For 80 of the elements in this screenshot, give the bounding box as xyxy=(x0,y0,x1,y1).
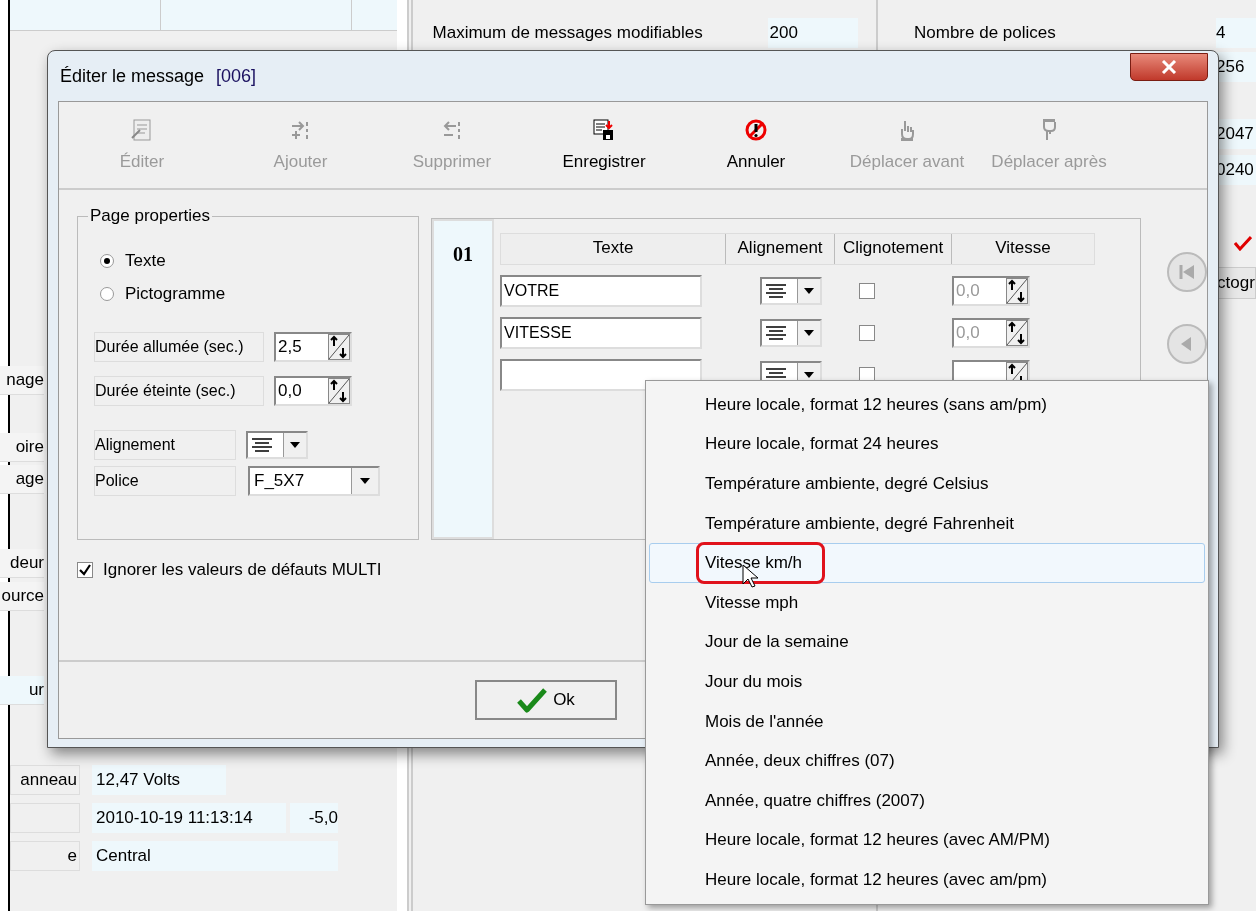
menu-item[interactable]: Heure locale, format 12 heures (sans am/pm) xyxy=(649,385,1205,425)
spinner-icon xyxy=(328,334,350,360)
menu-item[interactable]: Jour de la semaine xyxy=(649,622,1205,663)
toolbar-button[interactable]: Annuler xyxy=(680,118,832,172)
field-label: ource xyxy=(0,582,44,611)
number-field[interactable]: 2,5 xyxy=(274,332,352,362)
caret-icon xyxy=(804,372,815,378)
spinner-icon xyxy=(1006,278,1029,304)
caret-icon xyxy=(804,330,815,336)
save-icon xyxy=(592,118,616,142)
column-header: Texte xyxy=(501,234,727,264)
field-label: anneau xyxy=(10,765,80,795)
text-field[interactable] xyxy=(500,359,703,391)
field-value: 2010-10-19 11:13:14 xyxy=(92,803,286,833)
close-button[interactable] xyxy=(1130,53,1208,81)
menu-item[interactable]: Température ambiente, degré Fahrenheit xyxy=(649,503,1205,544)
checkbox[interactable] xyxy=(77,562,93,578)
alignment-dropdown[interactable] xyxy=(760,277,823,305)
align-center-icon xyxy=(251,437,273,453)
field-value: 12,47 Volts xyxy=(92,765,226,795)
align-center-icon xyxy=(765,325,788,341)
field-value: Central xyxy=(92,841,338,871)
column-header: Clignotement xyxy=(835,234,953,264)
field-value: -5,0 xyxy=(290,803,338,833)
radio-button[interactable] xyxy=(100,254,114,268)
field-label: nage xyxy=(0,366,44,395)
align-center-icon xyxy=(765,283,788,299)
checkmark-icon xyxy=(517,687,548,713)
text-field[interactable]: VOTRE xyxy=(500,275,703,307)
menu-item[interactable]: Année, deux chiffres (07) xyxy=(649,741,1205,781)
checkbox-label: Ignorer les valeurs de défauts MULTI xyxy=(103,560,382,580)
spinner-icon xyxy=(328,378,350,404)
caret-icon xyxy=(360,478,370,484)
check-icon xyxy=(1234,235,1252,251)
radio-button[interactable] xyxy=(100,287,114,301)
spinner-icon xyxy=(1006,320,1029,346)
field-label: Durée allumée (sec.) xyxy=(94,332,264,362)
field-label: Police xyxy=(94,466,236,496)
field-label: e xyxy=(10,841,80,871)
checkbox[interactable] xyxy=(859,283,876,299)
menu-item[interactable]: Heure locale, format 24 heures xyxy=(649,424,1205,465)
no-entry-icon xyxy=(744,118,768,142)
field-value: 4 xyxy=(1216,18,1256,48)
column-header: Alignement xyxy=(726,234,836,264)
alignment-dropdown[interactable] xyxy=(246,431,308,459)
caret-icon xyxy=(804,288,815,294)
page-number: 01 xyxy=(453,243,474,267)
field-label: Maximum de messages modifiables xyxy=(432,23,704,43)
toolbar-button[interactable]: Enregistrer xyxy=(528,118,680,172)
ok-button[interactable]: Ok xyxy=(475,680,617,720)
menu-item[interactable]: Température ambiente, degré Celsius xyxy=(649,464,1205,504)
menu-item[interactable]: Jour du mois xyxy=(649,662,1205,702)
text-field[interactable]: VITESSE xyxy=(500,317,703,349)
field-value: 200 xyxy=(767,18,858,48)
font-dropdown[interactable]: F_5X7 xyxy=(248,466,380,496)
menu-item[interactable]: Mois de l'année xyxy=(649,701,1205,742)
radio-label: Texte xyxy=(125,251,166,271)
field-label: Alignement xyxy=(94,430,236,460)
field-label: age xyxy=(0,465,44,494)
field-label: deur xyxy=(0,549,44,578)
field-label: Durée éteinte (sec.) xyxy=(94,376,264,406)
field-label: Nombre de polices xyxy=(913,23,1057,43)
alignment-dropdown[interactable] xyxy=(760,319,823,347)
number-field[interactable]: 0,0 xyxy=(274,376,352,406)
field-label: ur xyxy=(0,676,44,705)
menu-item[interactable]: Année, quatre chiffres (2007) xyxy=(649,780,1205,821)
group-title: Page properties xyxy=(88,206,213,226)
menu-item[interactable]: Vitesse mph xyxy=(649,582,1205,623)
caret-icon xyxy=(290,442,300,448)
window-title: Éditer le message xyxy=(60,65,205,87)
document-icon xyxy=(130,118,154,142)
radio-label: Pictogramme xyxy=(125,284,226,304)
checkbox[interactable] xyxy=(859,325,876,341)
checkmark-icon xyxy=(79,564,91,576)
window-title-code: [006] xyxy=(216,65,257,87)
column-header: Vitesse xyxy=(994,237,1052,259)
menu-item[interactable]: Heure locale, format 12 heures (avec AM/PM) xyxy=(649,820,1205,861)
field-label: oire xyxy=(0,433,44,462)
close-icon xyxy=(1161,60,1177,74)
menu-item[interactable]: Heure locale, format 12 heures (avec am/pm) xyxy=(649,860,1205,900)
